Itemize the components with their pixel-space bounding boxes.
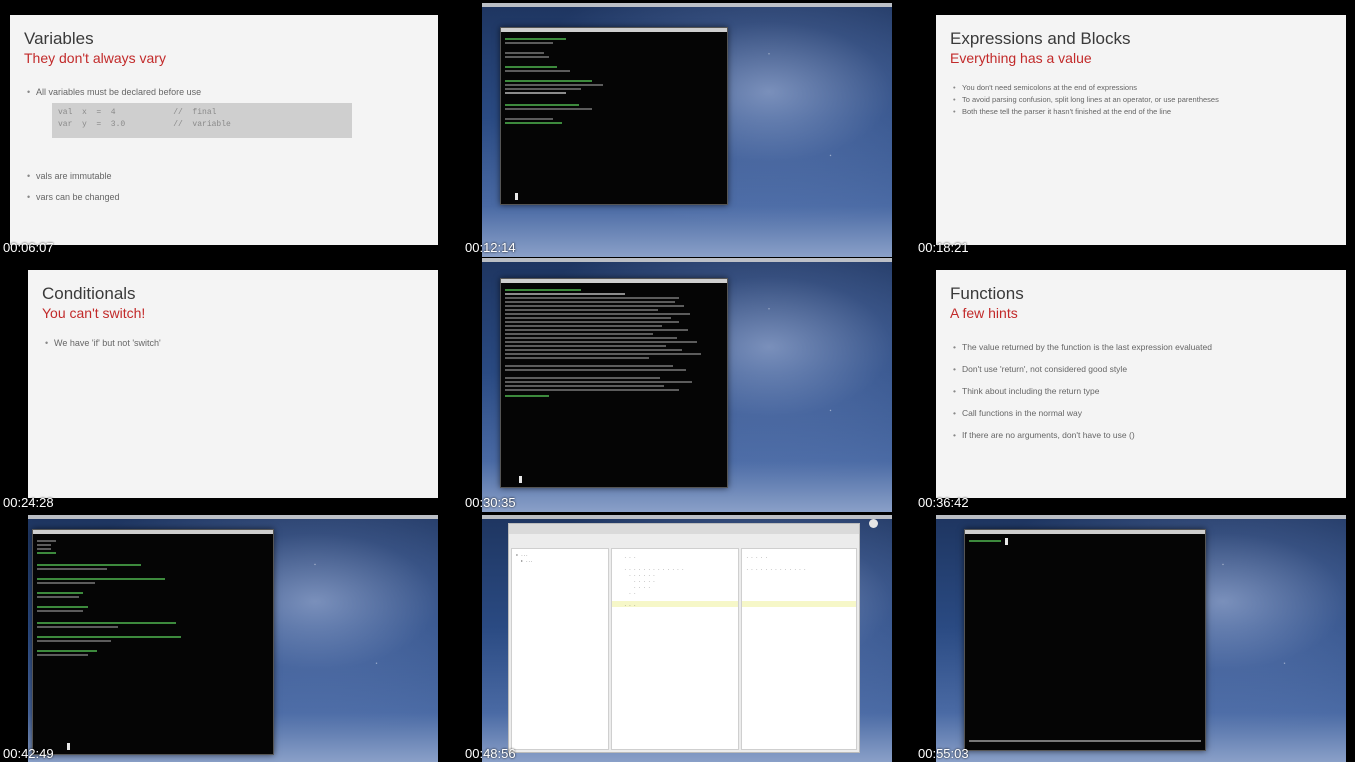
slide-subtitle: They don't always vary [24,50,166,66]
terminal-window[interactable] [500,278,728,488]
desktop-editor-screen[interactable]: ▸ ... ▸ ... . . . . . . . . . . . . . . … [482,515,892,762]
bullet-item: vals are immutable [27,171,120,181]
slide-subtitle: A few hints [950,305,1018,321]
timestamp-label: 00:12:14 [465,240,516,255]
menu-bar [28,515,438,519]
desktop-terminal-screen[interactable] [482,258,892,512]
slide-title: Variables [24,29,94,48]
desktop-terminal-screen[interactable] [28,515,438,762]
timestamp-label: 00:36:42 [918,495,969,510]
bullet-item: All variables must be declared before us… [27,87,201,97]
bullet-item: Both these tell the parser it hasn't fin… [953,107,1219,116]
slide-conditionals[interactable]: Conditionals You can't switch! We have '… [28,270,438,498]
timestamp-label: 00:55:03 [918,746,969,761]
menu-bar [482,515,892,519]
terminal-window[interactable] [32,529,274,755]
bullet-item: Call functions in the normal way [953,408,1212,418]
ide-toolbar[interactable] [509,524,859,534]
output-pane[interactable]: . . . . . . . . . . . . . . . . . . [741,548,857,750]
timestamp-label: 00:48:56 [465,746,516,761]
project-explorer-pane[interactable]: ▸ ... ▸ ... [511,548,609,750]
terminal-output [37,538,269,750]
slide-expressions-blocks[interactable]: Expressions and Blocks Everything has a … [936,15,1346,245]
terminal-title-bar[interactable] [33,530,273,534]
timestamp-label: 00:24:28 [3,495,54,510]
desktop-terminal-screen[interactable] [936,515,1346,762]
slide-subtitle: Everything has a value [950,50,1092,66]
bullet-item: We have 'if' but not 'switch' [45,338,161,348]
bullet-item: vars can be changed [27,192,120,202]
terminal-cursor [67,743,70,750]
terminal-window[interactable] [500,27,728,205]
timestamp-label: 00:18:21 [918,240,969,255]
slide-subtitle: You can't switch! [42,305,146,321]
slide-title: Expressions and Blocks [950,29,1131,48]
slide-variables[interactable]: Variables They don't always vary All var… [10,15,438,245]
slide-title: Functions [950,284,1024,303]
terminal-cursor [515,193,518,200]
bullet-item: Think about including the return type [953,386,1212,396]
bullet-list: We have 'if' but not 'switch' [42,338,161,359]
timestamp-label: 00:42:49 [3,746,54,761]
slide-functions[interactable]: Functions A few hints The value returned… [936,270,1346,498]
bullet-item: To avoid parsing confusion, split long l… [953,95,1219,104]
terminal-output [505,36,723,200]
menu-bar [482,258,892,262]
bullet-item: You don't need semicolons at the end of … [953,83,1219,92]
terminal-output [969,538,1201,746]
terminal-title-bar[interactable] [501,279,727,283]
code-sample: val x = 4 // final var y = 3.0 // variab… [52,103,352,138]
terminal-title-bar[interactable] [965,530,1205,534]
ide-window[interactable]: ▸ ... ▸ ... . . . . . . . . . . . . . . … [508,523,860,753]
bullet-item: Don't use 'return', not considered good … [953,364,1212,374]
bullet-list: The value returned by the function is th… [950,342,1212,452]
terminal-cursor [519,476,522,483]
terminal-window[interactable] [964,529,1206,751]
bullet-item: The value returned by the function is th… [953,342,1212,352]
terminal-cursor [1005,538,1008,545]
terminal-status-line [969,740,1201,742]
terminal-output [505,287,723,483]
menu-bar [482,3,892,7]
code-text: . . . . . . . . . . . . . . . . . . . . … [624,556,685,608]
output-text: . . . . . . . . . . . . . . . . . . [746,556,807,572]
bullet-item: If there are no arguments, don't have to… [953,430,1212,440]
bullet-list: You don't need semicolons at the end of … [950,83,1219,119]
slide-title: Conditionals [42,284,136,303]
code-editor-pane[interactable]: . . . . . . . . . . . . . . . . . . . . … [611,548,739,750]
current-line-highlight [742,601,856,607]
dock-icon[interactable] [869,519,878,528]
bullet-list: vals are immutable vars can be changed [24,171,120,213]
menu-bar [936,515,1346,519]
timestamp-label: 00:30:35 [465,495,516,510]
desktop-terminal-screen[interactable] [482,3,892,257]
terminal-title-bar[interactable] [501,28,727,32]
timestamp-label: 00:06:07 [3,240,54,255]
